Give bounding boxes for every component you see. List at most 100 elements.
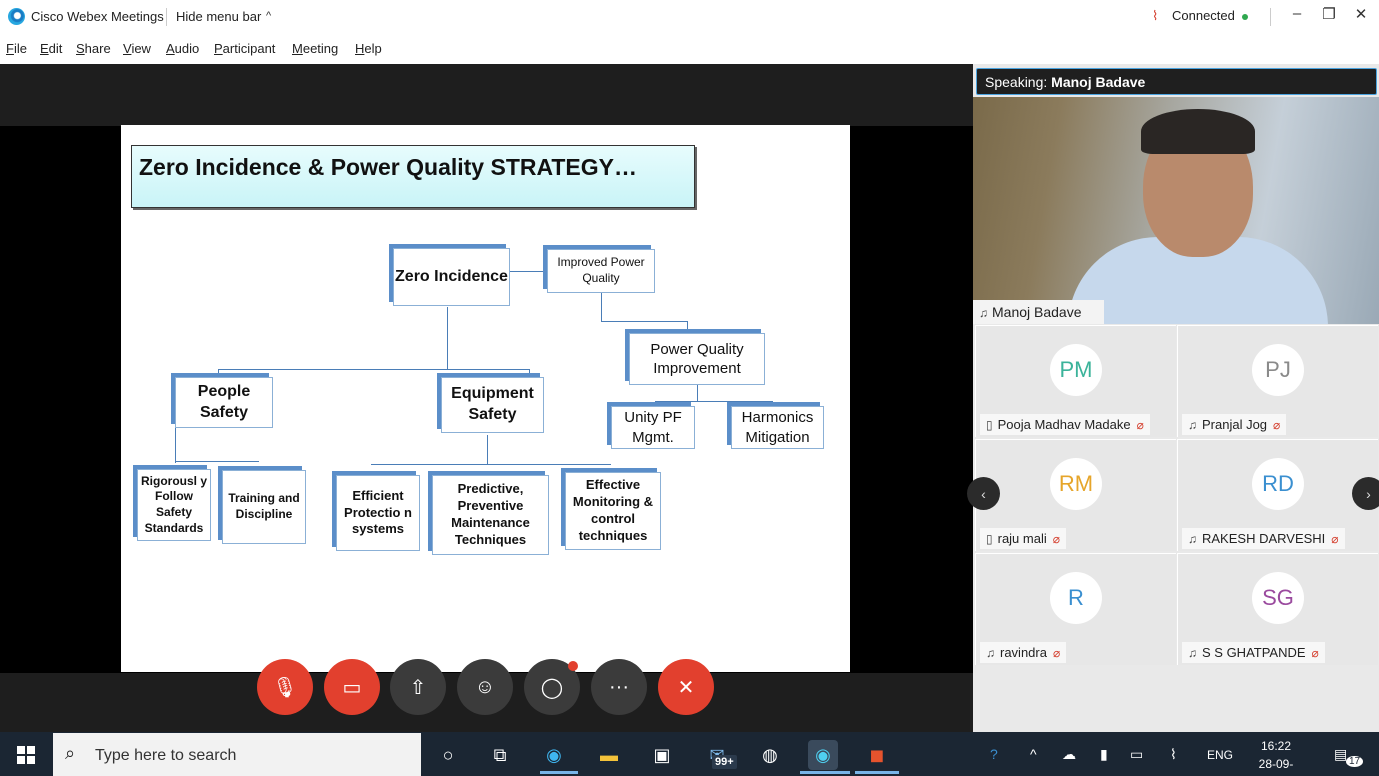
participant-name: Pranjal Jog: [1202, 417, 1268, 432]
mic-off-icon: 🎙︎: [272, 676, 298, 699]
participants-icon: ☺: [474, 675, 496, 698]
active-video-label: ♫ Manoj Badave: [973, 300, 1104, 324]
avatar: RD: [1252, 458, 1304, 510]
menu-share[interactable]: Share: [76, 41, 111, 56]
participant-name: Pooja Madhav Madake: [997, 417, 1131, 432]
webex-taskbar-icon[interactable]: ◉: [808, 740, 838, 770]
muted-mic-icon: ⌀: [1052, 532, 1060, 546]
speaking-name: Manoj Badave: [1051, 74, 1146, 90]
menu-help[interactable]: Help: [355, 41, 382, 56]
participant-tile[interactable]: PJ ♫ Pranjal Jog ⌀: [1177, 325, 1378, 437]
restore-button[interactable]: ❐: [1319, 5, 1339, 23]
avatar: PJ: [1252, 344, 1304, 396]
store-icon[interactable]: ▣: [647, 740, 677, 770]
node-improved-power-quality: Improved Power Quality: [547, 249, 655, 293]
avatar: PM: [1050, 344, 1102, 396]
participant-name-label: ♫ ravindra ⌀: [980, 642, 1067, 663]
help-icon[interactable]: ?: [990, 746, 998, 762]
share-button[interactable]: ⇧: [390, 659, 446, 715]
file-explorer-icon[interactable]: ▬: [594, 740, 624, 770]
shared-slide: Zero Incidence & Power Quality STRATEGY……: [121, 125, 850, 672]
muted-mic-icon: ⌀: [1331, 532, 1339, 546]
avatar: RM: [1050, 458, 1102, 510]
connector-line: [371, 464, 611, 465]
connector-line: [601, 293, 602, 321]
participant-tile[interactable]: SG ♫ S S GHATPANDE ⌀: [1177, 553, 1378, 665]
participants-button[interactable]: ☺: [457, 659, 513, 715]
menu-file[interactable]: File: [6, 41, 27, 56]
camera-off-icon: ▭: [342, 676, 362, 699]
participant-tile[interactable]: RD ♫ RAKESH DARVESHI ⌀: [1177, 439, 1378, 551]
previous-page-button[interactable]: ‹: [967, 477, 1000, 510]
system-clock[interactable]: 16:22 28-09-2020: [1246, 737, 1306, 776]
headset-icon: ♫: [1188, 646, 1197, 660]
participant-name: ravindra: [1000, 645, 1047, 660]
node-effective-monitoring: Effective Monitoring & control technique…: [565, 472, 661, 550]
webex-logo-icon: [8, 8, 25, 25]
avatar-initials: R: [1068, 585, 1084, 610]
next-page-button[interactable]: ›: [1352, 477, 1379, 510]
participant-name-label: ♫ Pranjal Jog ⌀: [1182, 414, 1287, 435]
powerpoint-icon[interactable]: ◼: [862, 740, 892, 770]
onedrive-icon[interactable]: ☁: [1062, 746, 1076, 763]
menu-participant[interactable]: Participant: [214, 41, 275, 56]
participant-tile[interactable]: PM ▯ Pooja Madhav Madake ⌀: [975, 325, 1176, 437]
network-tray-icon[interactable]: ⌇: [1170, 746, 1177, 763]
cortana-icon[interactable]: ○: [433, 740, 463, 770]
connector-line: [218, 369, 530, 370]
active-app-indicator: [855, 771, 899, 774]
chrome-icon[interactable]: ◍: [755, 740, 785, 770]
title-separator: [166, 8, 167, 26]
mute-button[interactable]: 🎙︎: [257, 659, 313, 715]
connector-line: [509, 271, 547, 272]
end-meeting-button[interactable]: ✕: [658, 659, 714, 715]
connector-line: [175, 428, 176, 463]
active-app-indicator: [800, 771, 850, 774]
close-icon: ✕: [677, 676, 695, 699]
connector-line: [487, 435, 488, 465]
active-speaker-video[interactable]: [973, 97, 1379, 324]
menu-meeting[interactable]: Meeting: [292, 41, 338, 56]
taskbar-search-box[interactable]: ⌕ Type here to search: [53, 733, 421, 776]
microphone-icon[interactable]: ▮: [1100, 746, 1108, 763]
menu-edit[interactable]: Edit: [40, 41, 62, 56]
participant-name: raju mali: [997, 531, 1047, 546]
avatar: SG: [1252, 572, 1304, 624]
slide-title: Zero Incidence & Power Quality STRATEGY…: [139, 154, 638, 180]
title-separator-2: [1270, 8, 1271, 26]
connector-line: [697, 385, 698, 401]
node-equipment-safety: Equipment Safety: [441, 377, 544, 433]
search-placeholder: Type here to search: [95, 747, 237, 764]
participant-tile[interactable]: R ♫ ravindra ⌀: [975, 553, 1176, 665]
menu-view[interactable]: View: [123, 41, 151, 56]
battery-icon[interactable]: ▭: [1130, 746, 1143, 763]
participant-tile[interactable]: RM ▯ raju mali ⌀: [975, 439, 1176, 551]
minimize-button[interactable]: –: [1287, 5, 1307, 22]
edge-browser-icon[interactable]: ◉: [539, 740, 569, 770]
chevron-up-icon[interactable]: ^: [1030, 746, 1037, 762]
phone-icon: ▯: [986, 418, 993, 432]
menu-audio[interactable]: Audio: [166, 41, 199, 56]
language-indicator[interactable]: ENG: [1207, 748, 1233, 762]
active-app-indicator: [540, 771, 578, 774]
active-video-name: Manoj Badave: [992, 304, 1082, 320]
chevron-right-icon: ›: [1366, 485, 1371, 502]
notification-count: 17: [1346, 756, 1364, 767]
speaking-label: Speaking:: [985, 74, 1048, 90]
connector-line: [447, 307, 448, 369]
chat-notification-dot: [568, 661, 578, 671]
node-people-safety: People Safety: [175, 377, 273, 428]
task-view-icon[interactable]: ⧉: [485, 740, 515, 770]
node-efficient-protection: Efficient Protectio n systems: [336, 475, 420, 551]
connection-status[interactable]: Connected: [1172, 8, 1235, 23]
node-zero-incidence: Zero Incidence: [393, 248, 510, 306]
video-button[interactable]: ▭: [324, 659, 380, 715]
clock-time: 16:22: [1260, 739, 1292, 753]
more-button[interactable]: ···: [591, 659, 647, 715]
hide-menu-bar-button[interactable]: Hide menu bar: [176, 9, 261, 24]
chevron-up-icon[interactable]: ^: [266, 10, 271, 22]
close-window-button[interactable]: ✕: [1351, 5, 1371, 23]
windows-start-icon[interactable]: [17, 746, 35, 764]
node-predictive-maintenance: Predictive, Preventive Maintenance Techn…: [432, 475, 549, 555]
participant-name: RAKESH DARVESHI: [1202, 531, 1326, 546]
